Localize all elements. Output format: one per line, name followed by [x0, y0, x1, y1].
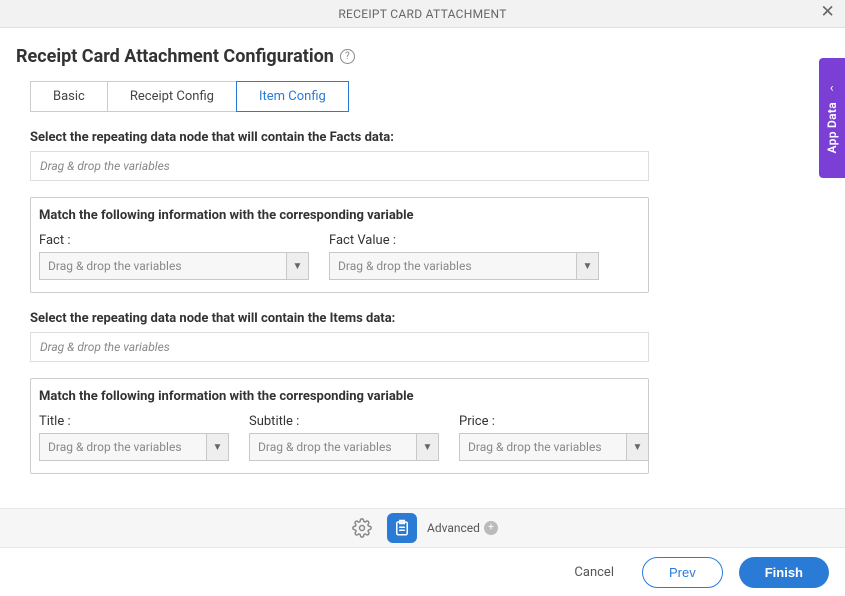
- price-label: Price :: [459, 414, 649, 429]
- app-data-label: App Data: [825, 102, 839, 153]
- title-drop-combo[interactable]: Drag & drop the variables ▼: [39, 433, 229, 461]
- items-select-label: Select the repeating data node that will…: [30, 311, 815, 326]
- help-icon[interactable]: ?: [340, 49, 355, 64]
- subtitle-col: Subtitle : Drag & drop the variables ▼: [249, 414, 439, 461]
- facts-match-row: Fact : Drag & drop the variables ▼ Fact …: [39, 233, 640, 280]
- advanced-text: Advanced: [427, 521, 480, 535]
- facts-match-title: Match the following information with the…: [39, 208, 640, 223]
- toolbar-footer: Advanced +: [0, 508, 845, 548]
- plus-icon: +: [484, 521, 498, 535]
- factvalue-col: Fact Value : Drag & drop the variables ▼: [329, 233, 599, 280]
- items-match-box: Match the following information with the…: [30, 378, 649, 474]
- chevron-down-icon[interactable]: ▼: [206, 434, 228, 460]
- facts-select-label: Select the repeating data node that will…: [30, 130, 815, 145]
- close-icon[interactable]: ✕: [820, 4, 835, 21]
- price-col: Price : Drag & drop the variables ▼: [459, 414, 649, 461]
- page-title: Receipt Card Attachment Configuration: [16, 46, 334, 67]
- fact-col: Fact : Drag & drop the variables ▼: [39, 233, 309, 280]
- chevron-down-icon[interactable]: ▼: [286, 253, 308, 279]
- tab-item-config[interactable]: Item Config: [236, 81, 349, 112]
- items-match-row: Title : Drag & drop the variables ▼ Subt…: [39, 414, 640, 461]
- facts-drop-target[interactable]: Drag & drop the variables: [30, 151, 649, 181]
- button-footer: Cancel Prev Finish: [0, 548, 845, 596]
- prev-button[interactable]: Prev: [642, 557, 723, 588]
- factvalue-drop-text: Drag & drop the variables: [330, 253, 576, 279]
- price-drop-combo[interactable]: Drag & drop the variables ▼: [459, 433, 649, 461]
- subtitle-label: Subtitle :: [249, 414, 439, 429]
- title-drop-text: Drag & drop the variables: [40, 434, 206, 460]
- items-match-title: Match the following information with the…: [39, 389, 640, 404]
- cancel-button[interactable]: Cancel: [562, 559, 626, 586]
- factvalue-label: Fact Value :: [329, 233, 599, 248]
- chevron-down-icon[interactable]: ▼: [576, 253, 598, 279]
- fact-label: Fact :: [39, 233, 309, 248]
- fact-drop-combo[interactable]: Drag & drop the variables ▼: [39, 252, 309, 280]
- advanced-button[interactable]: Advanced +: [427, 521, 498, 535]
- facts-match-box: Match the following information with the…: [30, 197, 649, 293]
- chevron-down-icon[interactable]: ▼: [626, 434, 648, 460]
- gear-icon[interactable]: [347, 513, 377, 543]
- page-title-row: Receipt Card Attachment Configuration ?: [16, 46, 829, 67]
- titlebar: RECEIPT CARD ATTACHMENT ✕: [0, 0, 845, 28]
- tabs: Basic Receipt Config Item Config: [30, 81, 829, 112]
- dialog-title: RECEIPT CARD ATTACHMENT: [338, 7, 506, 21]
- price-drop-text: Drag & drop the variables: [460, 434, 626, 460]
- tab-receipt-config[interactable]: Receipt Config: [107, 81, 237, 112]
- fact-drop-text: Drag & drop the variables: [40, 253, 286, 279]
- factvalue-drop-combo[interactable]: Drag & drop the variables ▼: [329, 252, 599, 280]
- subtitle-drop-combo[interactable]: Drag & drop the variables ▼: [249, 433, 439, 461]
- items-drop-target[interactable]: Drag & drop the variables: [30, 332, 649, 362]
- tab-basic[interactable]: Basic: [30, 81, 108, 112]
- app-data-side-tab[interactable]: › App Data: [819, 58, 845, 178]
- chevron-left-icon: ›: [830, 82, 834, 96]
- content-area: Receipt Card Attachment Configuration ? …: [0, 28, 845, 474]
- title-col: Title : Drag & drop the variables ▼: [39, 414, 229, 461]
- subtitle-drop-text: Drag & drop the variables: [250, 434, 416, 460]
- finish-button[interactable]: Finish: [739, 557, 829, 588]
- chevron-down-icon[interactable]: ▼: [416, 434, 438, 460]
- title-label: Title :: [39, 414, 229, 429]
- clipboard-icon[interactable]: [387, 513, 417, 543]
